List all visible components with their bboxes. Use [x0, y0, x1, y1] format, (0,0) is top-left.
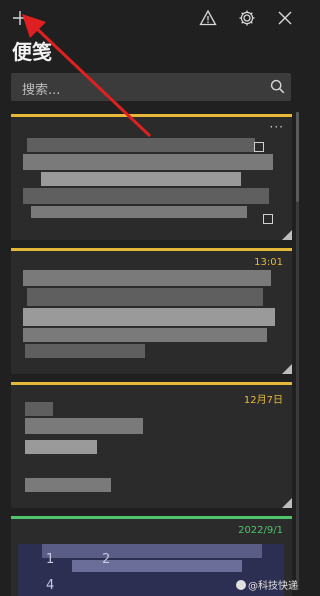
watermark-logo-icon: [236, 579, 246, 590]
note-corner-icon: [282, 230, 292, 240]
note-accent-bar: [11, 382, 292, 385]
gear-icon[interactable]: [235, 6, 259, 30]
scroll-thumb[interactable]: [296, 112, 299, 202]
image-pixelated-band: [42, 544, 262, 558]
note-corner-icon: [282, 498, 292, 508]
note-timestamp: 12月7日: [243, 395, 283, 406]
note-accent-bar: [11, 114, 292, 117]
blurred-text: [25, 418, 143, 434]
note-timestamp: 13:01: [254, 257, 283, 268]
search-icon[interactable]: [270, 79, 285, 98]
image-pixelated-band: [72, 560, 242, 572]
page-title: 便笺: [12, 40, 52, 64]
search-bar[interactable]: 搜索...: [11, 73, 291, 101]
note-timestamp: 2022/9/1: [238, 525, 283, 536]
note-card[interactable]: ···: [11, 114, 292, 240]
keypad-digit: 4: [46, 578, 55, 593]
blurred-text: [27, 138, 255, 152]
note-card[interactable]: 13:01: [11, 248, 292, 374]
search-input[interactable]: 搜索...: [22, 79, 60, 98]
warning-icon[interactable]: [196, 6, 220, 30]
blurred-text: [31, 206, 247, 218]
blurred-text: [23, 328, 267, 342]
blurred-text: [41, 172, 241, 186]
plus-icon[interactable]: [8, 6, 32, 30]
note-card[interactable]: 12月7日: [11, 382, 292, 508]
blurred-text: [23, 308, 275, 326]
blurred-text: [25, 478, 111, 492]
blurred-text: [23, 154, 273, 170]
blurred-text: [25, 344, 145, 358]
checkbox-icon: [263, 214, 273, 224]
watermark: @科技快递: [236, 577, 298, 592]
blurred-text: [25, 440, 97, 454]
keypad-digit: 2: [102, 552, 111, 567]
checkbox-icon: [254, 142, 264, 152]
blurred-text: [25, 402, 53, 416]
keypad-digit: 1: [46, 552, 55, 567]
more-options-icon[interactable]: ···: [270, 120, 284, 134]
title-bar: [0, 0, 304, 34]
watermark-text: @科技快递: [248, 581, 298, 592]
note-corner-icon: [282, 364, 292, 374]
note-accent-bar: [11, 248, 292, 251]
scrollbar[interactable]: [296, 112, 299, 590]
close-icon[interactable]: [273, 6, 297, 30]
blurred-text: [23, 270, 271, 286]
blurred-text: [27, 288, 263, 306]
blurred-text: [23, 188, 269, 204]
note-accent-bar: [11, 516, 292, 519]
